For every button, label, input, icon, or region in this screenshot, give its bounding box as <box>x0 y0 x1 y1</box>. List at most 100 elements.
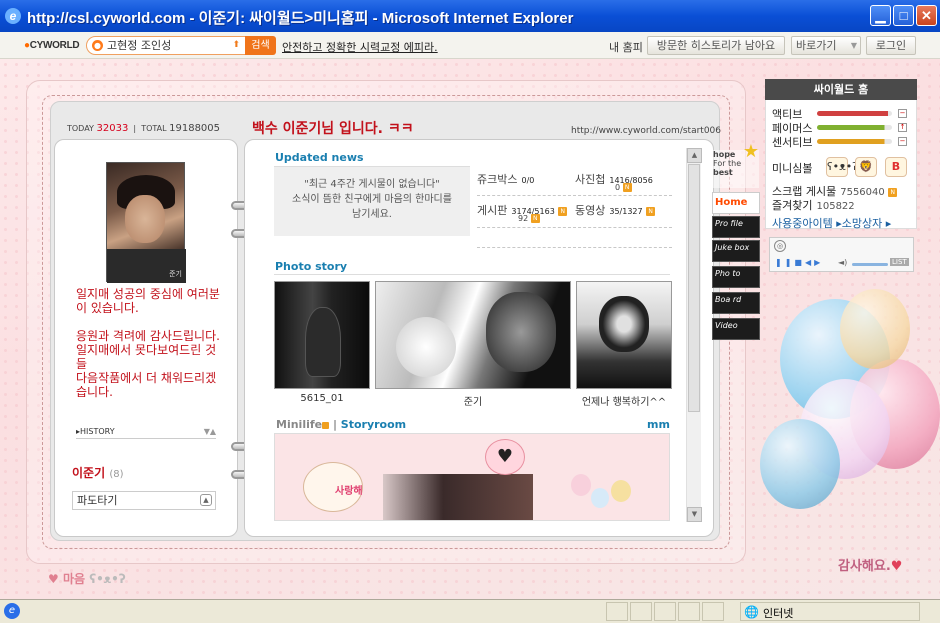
divider <box>477 227 672 228</box>
scroll-up-icon[interactable]: ▲ <box>687 148 702 163</box>
globe-icon: 🌐 <box>744 605 759 619</box>
search-dropdown-icon[interactable]: ⬆ <box>232 37 240 54</box>
volume-icon[interactable]: ◄) <box>838 258 847 267</box>
fav-stat[interactable]: 즐겨찾기 105822 <box>772 197 855 213</box>
mood-label: 미니심볼 <box>772 162 813 175</box>
user-name: 이준기 (8) <box>72 464 123 481</box>
tab-profile[interactable]: Pro file <box>712 216 760 238</box>
gauge-bar <box>817 139 892 144</box>
miniroom-scene[interactable]: 사랑해 ♥ <box>274 433 670 521</box>
login-button[interactable]: 로그인 <box>866 36 916 55</box>
history-toggle[interactable]: ▸HISTORY ▼▲ <box>76 427 216 439</box>
photo-figure <box>599 296 649 352</box>
bottom-left-text: 마음 <box>62 572 86 586</box>
fav-label: 즐겨찾기 <box>772 199 813 212</box>
user-name-text: 이준기 <box>72 466 106 480</box>
updated-news-empty: "최근 4주간 게시물이 없습니다" 소식이 뜸한 친구에게 마음의 한마디를 … <box>274 166 470 236</box>
surf-select[interactable]: 파도타기 ▲ <box>72 491 216 510</box>
ad-link[interactable]: 안전하고 정확한 시력교정 에피라. <box>282 39 438 55</box>
hompy-title: 백수 이준기님 입니다. ㅋㅋ <box>252 121 414 137</box>
bear-icon[interactable]: ʕ•ᴥ•ʔ <box>826 157 858 177</box>
tab-board[interactable]: Boa rd <box>712 292 760 314</box>
stat-value: 0/0 <box>521 176 535 185</box>
photo-thumb[interactable] <box>274 281 370 389</box>
heart-icon: ♥ <box>485 439 525 475</box>
photo-thumb[interactable] <box>375 281 571 389</box>
goto-select[interactable]: 바로가기 ▼ <box>791 36 861 55</box>
visitor-counter: TODAY 32033 | TOTAL 19188005 <box>67 123 221 134</box>
ie-page-icon: e <box>4 603 20 619</box>
minus-icon[interactable]: − <box>898 137 907 146</box>
scroll-down-icon[interactable]: ▼ <box>687 507 702 522</box>
window-titlebar: e http://csl.cyworld.com - 이준기: 싸이월드>미니홈… <box>0 0 940 32</box>
tab-video[interactable]: Video <box>712 318 760 340</box>
goto-select-label: 바로가기 <box>796 39 837 52</box>
minimize-button[interactable]: ▁ <box>870 5 891 26</box>
items-link[interactable]: 사용중아이템 ▸소망상자 ▸ <box>772 215 891 231</box>
photo-caption[interactable]: 준기 <box>375 393 571 408</box>
photo-thumb[interactable] <box>576 281 672 389</box>
bottom-right-decoration: 감사해요.♥ <box>838 555 902 574</box>
photo-caption[interactable]: 언제나 행복하기^^ <box>570 393 678 408</box>
chevron-up-icon[interactable]: ▲ <box>200 494 212 506</box>
stat-jukebox[interactable]: 쥬크박스 0/0 <box>477 171 534 187</box>
player-list-button[interactable]: LIST <box>890 258 909 266</box>
cyworld-logo[interactable]: ●CYWORLD <box>24 40 80 51</box>
balloon-decoration <box>611 480 631 502</box>
up-arrow-icon[interactable]: ↑ <box>898 123 907 132</box>
ie-statusbar: e 🌐 인터넷 <box>0 599 940 623</box>
status-cell <box>702 602 724 621</box>
cyworld-topbar: ●CYWORLD ● 고현정 조인성 ⬆ 검색 안전하고 정확한 시력교정 에피… <box>0 32 940 59</box>
minilife-label[interactable]: Minilife <box>276 418 322 431</box>
stat-photo[interactable]: 사진첩 1416/8056 <box>575 171 653 187</box>
gauge-label: 센서티브 <box>772 136 813 149</box>
my-home-link[interactable]: 내 홈피 <box>609 39 643 55</box>
maximize-button[interactable]: □ <box>893 5 914 26</box>
history-arrows-icon: ▼▲ <box>203 427 216 436</box>
player-controls-icon[interactable]: ❚❚■◀▶ <box>775 258 823 267</box>
close-button[interactable]: ✕ <box>916 5 937 26</box>
stat-value: 35/1327 <box>609 207 643 216</box>
search-icon: ● <box>92 40 103 51</box>
hope-text: best <box>713 168 733 177</box>
minus-icon[interactable]: − <box>898 109 907 118</box>
lion-icon[interactable]: 🦁 <box>855 157 877 177</box>
bottom-left-decoration: ♥ 마음 ʕ•ᴥ•ʔ <box>48 572 126 586</box>
letter-b-icon[interactable]: B <box>885 157 907 177</box>
gauge-bar <box>817 125 892 130</box>
surf-select-value: 파도타기 <box>77 494 118 507</box>
divider <box>477 247 672 248</box>
photo-figure <box>486 292 556 372</box>
photo-figure <box>305 307 341 377</box>
cyworld-home-heading[interactable]: 싸이월드 홈 <box>765 79 917 100</box>
history-button[interactable]: 방문한 히스토리가 남아요 <box>647 36 785 55</box>
chevron-down-icon: ▼ <box>850 41 857 50</box>
tab-home[interactable]: Home <box>712 192 760 214</box>
new-badge-icon: N <box>558 206 568 216</box>
stat-label: 쥬크박스 <box>477 173 518 186</box>
status-cell <box>654 602 676 621</box>
photo-caption[interactable]: 5615_01 <box>274 393 370 404</box>
today-count: 32033 <box>96 123 129 134</box>
new-badge-icon: N <box>530 214 540 223</box>
content-scrollbar[interactable]: ▲ ▼ <box>686 148 702 522</box>
today-label: TODAY <box>67 124 94 133</box>
stat-label: 게시판 <box>477 204 508 217</box>
hompy-url[interactable]: http://www.cyworld.com/start006 <box>571 126 721 136</box>
fav-count: 105822 <box>816 201 855 212</box>
stat-board-extra: 92 N <box>518 214 540 223</box>
volume-slider[interactable] <box>852 263 888 266</box>
stat-video[interactable]: 동영상 35/1327 N <box>575 202 656 218</box>
mm-link[interactable]: mm <box>647 418 670 431</box>
tab-jukebox[interactable]: Juke box <box>712 240 760 262</box>
scroll-thumb[interactable] <box>688 164 700 412</box>
photo-story-heading: Photo story <box>275 260 348 273</box>
tab-photo[interactable]: Pho to <box>712 266 760 288</box>
search-input[interactable]: ● 고현정 조인성 ⬆ <box>86 36 246 55</box>
status-zone: 🌐 인터넷 <box>740 602 920 621</box>
search-button[interactable]: 검색 <box>245 36 276 55</box>
cyworld-logo-text: CYWORLD <box>29 40 80 51</box>
stat-label: 사진첩 <box>575 173 606 186</box>
storyroom-link[interactable]: Storyroom <box>341 418 406 431</box>
divider <box>477 195 672 196</box>
